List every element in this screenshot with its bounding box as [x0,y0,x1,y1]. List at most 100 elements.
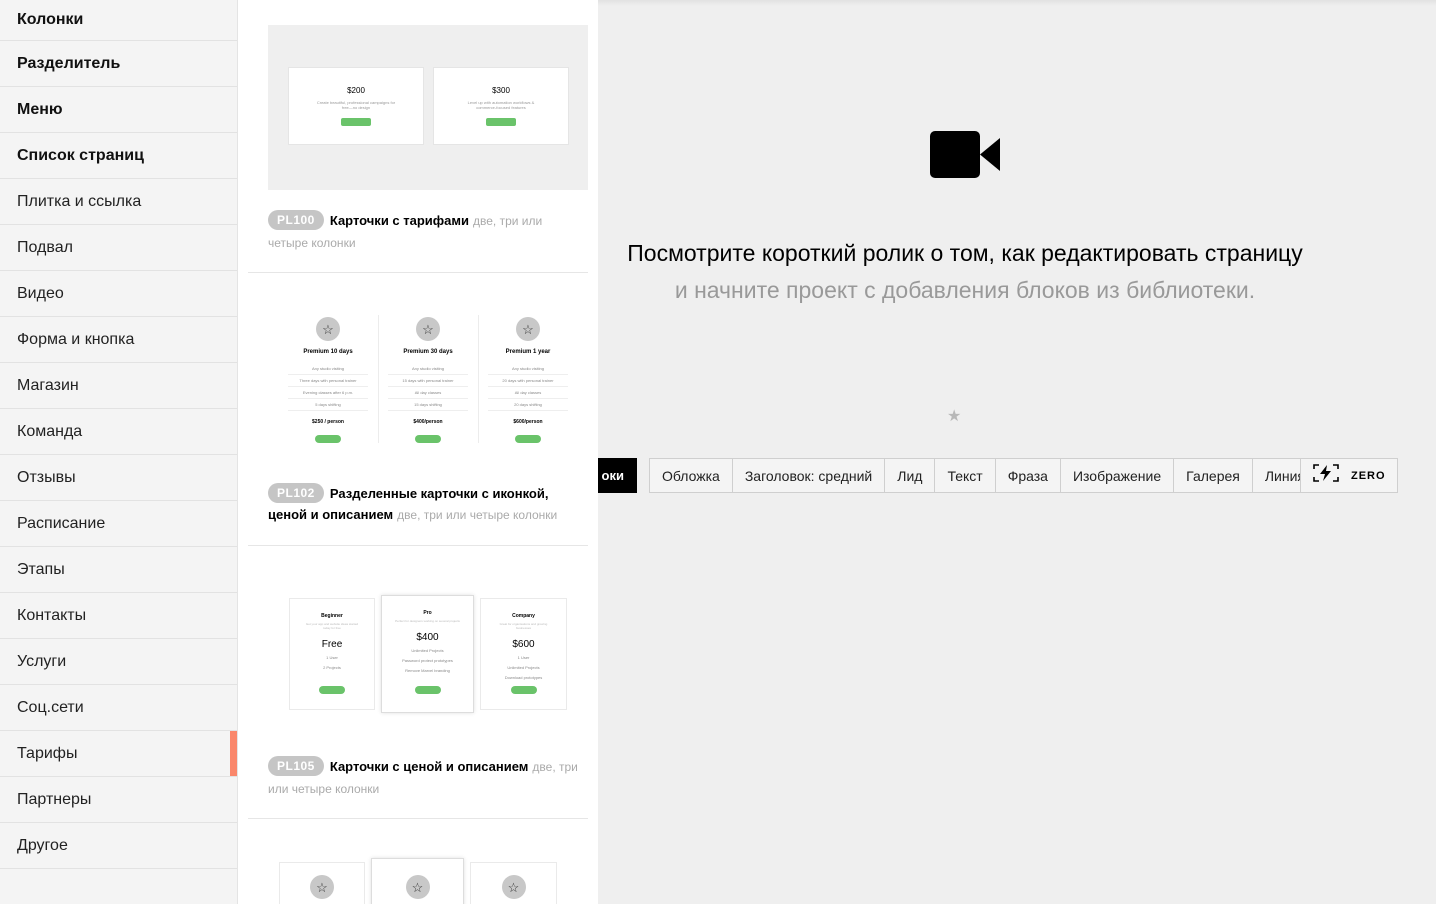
preview-line: 5 days shifting [288,399,368,411]
sidebar-item-pricing[interactable]: Тарифы [0,731,237,777]
block-code-badge: PL105 [268,756,324,776]
block-description: PL100 Карточки с тарифами две, три или чет… [268,210,583,254]
preview-line: 20 days with personal trainer [488,375,568,387]
library-block-partial[interactable]: ☆ ☆ ☆ [268,840,588,904]
preview-price-card: $200 Create beautiful, professional camp… [288,67,424,145]
preview-price: $400 [416,632,439,643]
sidebar-item-team[interactable]: Команда [0,409,237,455]
sidebar-item-menu[interactable]: Меню [0,87,237,133]
preview-column: ☆ Premium 30 days Any studio visiting 15… [378,317,478,448]
zero-label: ZERO [1351,469,1386,482]
preview-button [515,435,541,443]
sidebar-item-divider[interactable]: Разделитель [0,41,237,87]
sidebar-item-tile-link[interactable]: Плитка и ссылка [0,179,237,225]
preview-tariff-card: Beginner Get your app and website ideas … [289,598,375,710]
top-shadow [598,0,1436,6]
sidebar-item-partners[interactable]: Партнеры [0,777,237,823]
star-icon: ☆ [501,875,526,899]
preview-line: Password protect prototypes [402,658,453,663]
zero-block-button[interactable]: ZERO [1300,458,1398,493]
headline-text: Посмотрите короткий ролик о том, как ред… [627,240,1303,266]
preview-line: 1 User [517,655,530,660]
preview-line: 15 days shifting [388,399,468,411]
preview-button [315,435,341,443]
preview-card-sub: Great for organisations and growing busi… [499,622,548,630]
sidebar-item-social[interactable]: Соц.сети [0,685,237,731]
sidebar-item-services[interactable]: Услуги [0,639,237,685]
preview-button [414,686,441,694]
sidebar-item-schedule[interactable]: Расписание [0,501,237,547]
quick-add-text[interactable]: Текст [935,459,996,492]
preview-line: 20 days shifting [488,399,568,411]
quick-add-cover[interactable]: Обложка [650,459,733,492]
quick-add-bar: Обложка Заголовок: средний Лид Текст Фра… [649,458,1318,493]
sidebar-item-form-button[interactable]: Форма и кнопка [0,317,237,363]
preview-line: Any studio visiting [288,363,368,375]
sidebar-item-columns[interactable]: Колонки [0,0,237,41]
sidebar-item-steps[interactable]: Этапы [0,547,237,593]
zero-block-icon [1313,464,1339,487]
star-icon: ☆ [310,875,334,899]
preview-line: 1 User [326,655,338,660]
preview-line: Evening classes after 6 p.m. [288,387,368,399]
block-preview[interactable]: $200 Create beautiful, professional camp… [268,25,588,190]
preview-tariff-card: ☆ [470,862,557,904]
sidebar-item-shop[interactable]: Магазин [0,363,237,409]
library-block-pl100[interactable]: $200 Create beautiful, professional camp… [248,0,588,273]
quick-add-lead[interactable]: Лид [885,459,936,492]
all-blocks-label: оки [601,468,624,483]
block-preview[interactable]: Beginner Get your app and website ideas … [268,566,588,741]
block-code-badge: PL102 [268,483,324,503]
star-icon: ☆ [316,317,340,341]
video-camera-icon[interactable] [930,131,1000,184]
editor-canvas: Посмотрите короткий ролик о том, как ред… [598,0,1436,904]
preview-button [341,118,371,126]
sidebar-item-page-list[interactable]: Список страниц [0,133,237,179]
preview-line: 15 days with personal trainer [388,375,468,387]
preview-line: 2 Projects [323,665,341,670]
star-icon: ☆ [405,875,430,899]
block-code-badge: PL100 [268,210,324,230]
block-description: PL105 Карточки с ценой и описанием две, тр… [268,756,583,800]
preview-card-name: Pro [423,610,432,616]
block-title: Карточки с ценой и описанием [329,759,529,774]
quick-add-image[interactable]: Изображение [1061,459,1175,492]
preview-tariff-card: Company Great for organisations and grow… [480,598,567,710]
preview-text: Create beautiful, professional campaigns… [316,100,396,110]
library-block-pl102[interactable]: ☆ Premium 10 days Any studio visiting Th… [248,273,588,546]
quick-add-gallery[interactable]: Галерея [1174,459,1253,492]
preview-col-title: Premium 1 year [505,349,551,355]
block-preview[interactable]: ☆ Premium 10 days Any studio visiting Th… [268,293,588,468]
sidebar-item-reviews[interactable]: Отзывы [0,455,237,501]
preview-price: $300 [492,86,510,95]
preview-line: Remove Marvel branding [405,668,450,673]
preview-price: $200 [347,86,365,95]
preview-button [415,435,441,443]
quick-add-phrase[interactable]: Фраза [996,459,1061,492]
preview-text: Level up with automation workflows & com… [467,100,535,110]
preview-card-sub: Perfect for designers working on several… [395,619,460,623]
sidebar-item-contacts[interactable]: Контакты [0,593,237,639]
quick-add-heading-medium[interactable]: Заголовок: средний [733,459,886,492]
star-icon: ☆ [516,317,540,341]
sidebar-item-footer[interactable]: Подвал [0,225,237,271]
preview-button [510,686,537,694]
preview-column: ☆ Premium 10 days Any studio visiting Th… [278,317,378,448]
preview-card-name: Beginner [321,613,343,619]
all-blocks-button[interactable]: оки [598,458,637,493]
preview-line: Download prototypes [504,675,543,680]
preview-price: $600/person [513,419,543,425]
preview-tariff-card: Pro Perfect for designers working on sev… [381,595,474,713]
preview-card-name: Company [512,613,535,619]
preview-line: Three days with personal trainer [288,375,368,387]
preview-price: Free [321,639,343,650]
star-icon: ★ [947,408,962,425]
preview-line: Unlimited Projects [411,648,444,653]
sidebar-item-video[interactable]: Видео [0,271,237,317]
library-block-pl105[interactable]: Beginner Get your app and website ideas … [248,546,588,819]
preview-price: $250 / person [312,419,344,425]
sidebar-item-other[interactable]: Другое [0,823,237,869]
preview-col-title: Premium 30 days [403,349,453,355]
preview-col-title: Premium 10 days [303,349,353,355]
preview-line: All day classes [388,387,468,399]
